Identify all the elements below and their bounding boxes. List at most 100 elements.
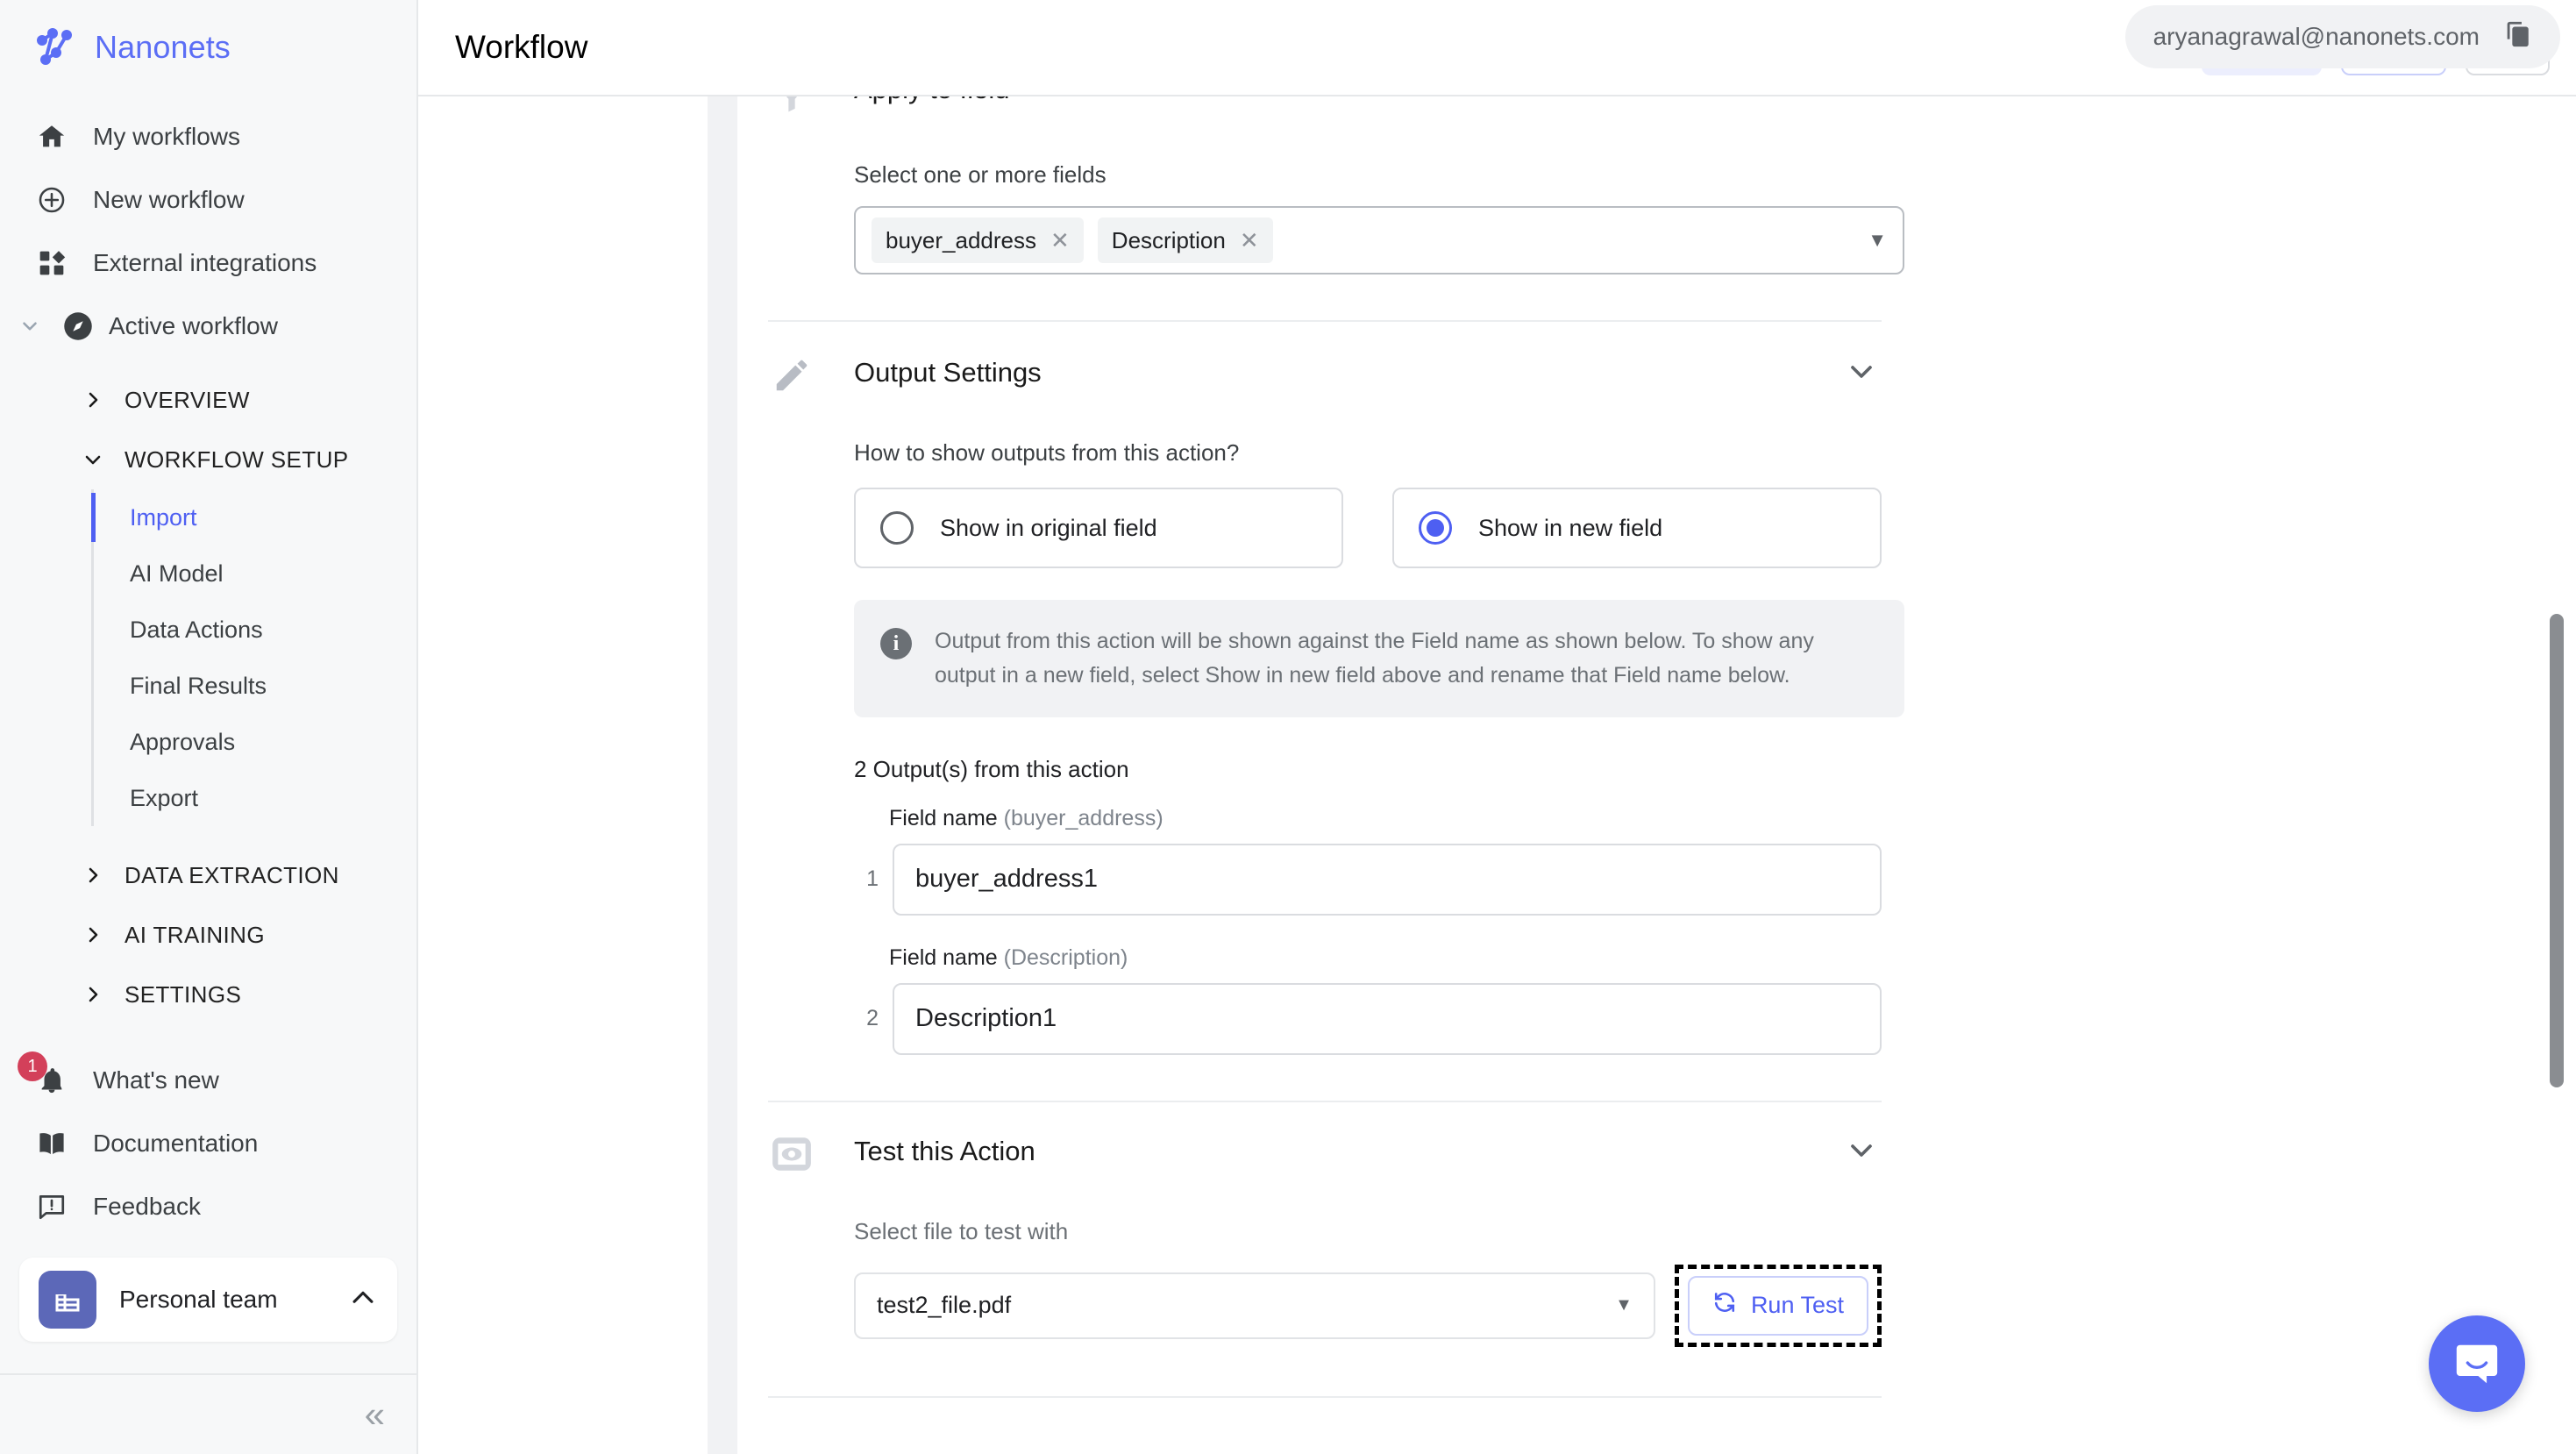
building-icon bbox=[39, 1271, 96, 1329]
double-chevron-left-icon[interactable]: « bbox=[365, 1396, 385, 1433]
filter-icon bbox=[768, 96, 815, 121]
output-field-name-input[interactable]: buyer_address1 bbox=[893, 843, 1882, 916]
sidebar-section-label: AI TRAINING bbox=[125, 921, 265, 948]
chevron-down-icon[interactable] bbox=[1841, 352, 1882, 392]
sidebar-item-export[interactable]: Export bbox=[91, 770, 416, 826]
output-index: 2 bbox=[866, 1006, 879, 1030]
eye-icon bbox=[768, 1130, 815, 1178]
sidebar-subitems-workflow-setup: Import AI Model Data Actions Final Resul… bbox=[91, 489, 416, 826]
sidebar-section-label: WORKFLOW SETUP bbox=[125, 445, 349, 473]
sidebar-footer: « bbox=[0, 1373, 416, 1454]
run-test-label: Run Test bbox=[1750, 1292, 1844, 1318]
sidebar-section-data-extraction[interactable]: DATA EXTRACTION bbox=[0, 845, 416, 905]
sidebar-item-my-workflows[interactable]: My workflows bbox=[0, 105, 416, 168]
field-chip-label: buyer_address bbox=[886, 226, 1036, 253]
output-settings-body: How to show outputs from this action? Sh… bbox=[768, 439, 1904, 1055]
content-area: Apply to field Select one or more fields… bbox=[418, 96, 2576, 1454]
sidebar-item-label: AI Model bbox=[130, 560, 224, 587]
sidebar-item-data-actions[interactable]: Data Actions bbox=[91, 602, 416, 658]
settings-card: Apply to field Select one or more fields… bbox=[737, 96, 2576, 1454]
home-icon bbox=[33, 118, 70, 155]
sidebar-item-label: Data Actions bbox=[130, 616, 263, 643]
field-chip[interactable]: Description ✕ bbox=[1097, 217, 1273, 263]
intercom-chat-icon[interactable] bbox=[2429, 1315, 2525, 1412]
left-detail-pane bbox=[418, 96, 708, 1454]
vertical-scrollbar[interactable] bbox=[2550, 614, 2564, 1087]
copy-icon[interactable] bbox=[2502, 19, 2532, 55]
output-field-name-input[interactable]: Description1 bbox=[893, 982, 1882, 1055]
output-index: 1 bbox=[866, 866, 879, 891]
pencil-icon bbox=[768, 352, 815, 399]
email-tooltip: aryanagrawal@nanonets.com bbox=[2124, 5, 2560, 68]
chevron-up-icon[interactable] bbox=[348, 1283, 378, 1317]
sidebar-item-feedback[interactable]: Feedback bbox=[0, 1175, 416, 1238]
team-name: Personal team bbox=[119, 1286, 278, 1313]
sidebar-section-settings[interactable]: SETTINGS bbox=[0, 965, 416, 1024]
run-test-button[interactable]: Run Test bbox=[1687, 1275, 1868, 1336]
sidebar-item-label: Documentation bbox=[93, 1130, 259, 1157]
outputs-count-label: 2 Output(s) from this action bbox=[854, 755, 1129, 782]
radio-icon-selected bbox=[1419, 511, 1452, 545]
output-field-label: Field name (Description) bbox=[889, 945, 1882, 971]
brand-name: Nanonets bbox=[95, 29, 231, 65]
chevron-right-icon bbox=[81, 923, 105, 947]
compass-icon bbox=[60, 308, 96, 345]
sidebar-item-label: What's new bbox=[93, 1066, 219, 1094]
sidebar-section-overview[interactable]: OVERVIEW bbox=[0, 370, 416, 430]
team-selector[interactable]: Personal team bbox=[19, 1258, 397, 1342]
info-banner: i Output from this action will be shown … bbox=[854, 600, 1904, 717]
selected-file-name: test2_file.pdf bbox=[877, 1292, 1012, 1318]
field-chip-label: Description bbox=[1111, 226, 1226, 253]
radio-show-in-original-field[interactable]: Show in original field bbox=[854, 488, 1343, 568]
output-row: Field name (Description) 2 Description1 bbox=[854, 945, 1882, 1055]
run-test-highlight: Run Test bbox=[1674, 1264, 1882, 1347]
info-icon: i bbox=[880, 628, 912, 659]
brand[interactable]: Nanonets bbox=[0, 0, 416, 91]
sidebar-item-external-integrations[interactable]: External integrations bbox=[0, 232, 416, 295]
sidebar-section-ai-training[interactable]: AI TRAINING bbox=[0, 905, 416, 965]
chevron-down-icon[interactable]: ▼ bbox=[1615, 1295, 1633, 1315]
radio-label: Show in original field bbox=[940, 514, 1157, 541]
sidebar-item-ai-model[interactable]: AI Model bbox=[91, 545, 416, 602]
apply-to-field-body: Select one or more fields buyer_address … bbox=[768, 161, 1904, 274]
sidebar-item-whats-new[interactable]: 1 What's new bbox=[0, 1049, 416, 1112]
output-field-label-prefix: Field name bbox=[889, 805, 1004, 830]
sidebar-item-documentation[interactable]: Documentation bbox=[0, 1112, 416, 1175]
main-area: Workflow Sch aryanagrawal@nanonets.com bbox=[418, 0, 2576, 1454]
test-file-select[interactable]: test2_file.pdf ▼ bbox=[854, 1272, 1655, 1339]
output-settings-section-header: Output Settings bbox=[768, 322, 1882, 399]
output-mode-radio-group: Show in original field Show in new field bbox=[854, 488, 1882, 568]
divider bbox=[768, 1395, 1882, 1398]
fields-multiselect[interactable]: buyer_address ✕ Description ✕ ▼ bbox=[854, 206, 1904, 274]
app-root: Nanonets My workflows New workflow Exter… bbox=[0, 0, 2576, 1454]
sidebar-item-new-workflow[interactable]: New workflow bbox=[0, 168, 416, 232]
radio-label: Show in new field bbox=[1478, 514, 1663, 541]
close-icon[interactable]: ✕ bbox=[1050, 227, 1070, 254]
select-fields-label: Select one or more fields bbox=[854, 161, 1107, 188]
chevron-down-icon[interactable] bbox=[12, 309, 47, 344]
close-icon[interactable]: ✕ bbox=[1240, 227, 1259, 254]
sidebar-item-label: Export bbox=[130, 784, 199, 811]
sidebar-section-workflow-setup[interactable]: WORKFLOW SETUP bbox=[0, 430, 416, 489]
radio-show-in-new-field[interactable]: Show in new field bbox=[1392, 488, 1882, 568]
test-action-section-header: Test this Action bbox=[768, 1102, 1882, 1178]
apply-to-field-section-header: Apply to field bbox=[768, 96, 1882, 130]
sidebar-item-label: Approvals bbox=[130, 728, 236, 755]
page-title: Workflow bbox=[455, 29, 588, 65]
radio-icon bbox=[880, 511, 914, 545]
sidebar-item-active-workflow[interactable]: Active workflow bbox=[0, 295, 416, 358]
info-banner-text: Output from this action will be shown ag… bbox=[935, 629, 1814, 688]
chevron-down-icon[interactable]: ▼ bbox=[1868, 229, 1887, 252]
nanonets-logo-icon bbox=[33, 26, 75, 68]
field-chip[interactable]: buyer_address ✕ bbox=[872, 217, 1084, 263]
sidebar-item-import[interactable]: Import bbox=[91, 489, 416, 545]
output-field-label: Field name (buyer_address) bbox=[889, 806, 1882, 831]
sidebar-item-label: Active workflow bbox=[109, 312, 278, 339]
bell-icon: 1 bbox=[18, 1051, 70, 1099]
chevron-down-icon[interactable] bbox=[1841, 1130, 1882, 1171]
sidebar-item-approvals[interactable]: Approvals bbox=[91, 714, 416, 770]
sidebar-item-final-results[interactable]: Final Results bbox=[91, 658, 416, 714]
topbar: Workflow Sch aryanagrawal@nanonets.com bbox=[418, 0, 2576, 96]
sidebar-section-label: SETTINGS bbox=[125, 980, 242, 1008]
sidebar-bottom-nav: 1 What's new Documentation Feedback bbox=[0, 1049, 416, 1238]
